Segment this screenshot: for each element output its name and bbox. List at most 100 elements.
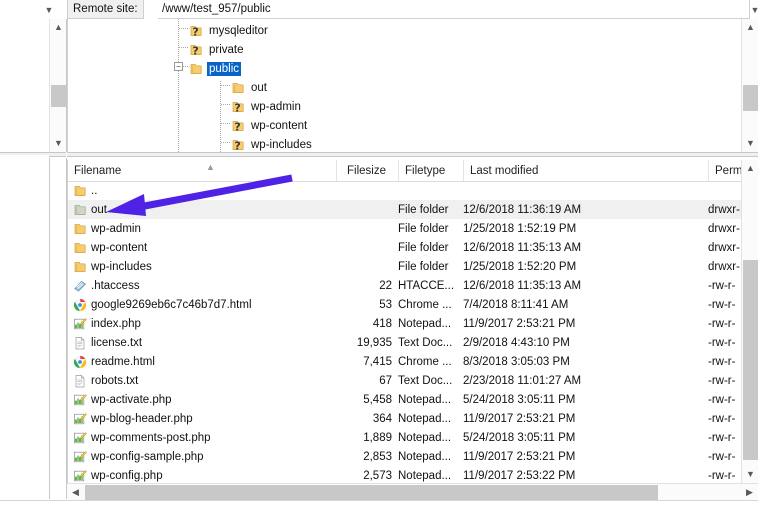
cell-filetype bbox=[398, 181, 460, 200]
remote-tree-vscrollbar[interactable]: ▲ ▼ bbox=[741, 19, 758, 152]
table-row[interactable]: .. bbox=[68, 181, 742, 200]
cell-filetype: Notepad... bbox=[398, 409, 460, 428]
tree-node-wp-includes[interactable]: ?wp-includes bbox=[231, 135, 314, 152]
file-list-rows[interactable]: ..outFile folder12/6/2018 11:36:19 AMdrw… bbox=[68, 181, 742, 485]
cell-permissions-label: drwxr- bbox=[708, 242, 740, 254]
column-header-perm[interactable]: Permis bbox=[708, 160, 742, 181]
cell-filesize-label: 19,935 bbox=[357, 337, 392, 349]
remote-file-hscrollbar[interactable]: ◀ ▶ bbox=[67, 483, 758, 501]
tree-node-mysqleditor[interactable]: ?mysqleditor bbox=[189, 21, 270, 40]
local-site-dropdown-icon[interactable]: ▼ bbox=[42, 3, 56, 17]
filezilla-remote-pane: Remote site: /www/test_957/public ▼ ▼ ▲ … bbox=[0, 0, 758, 516]
file-list-header: Filename▲FilesizeFiletypeLast modifiedPe… bbox=[68, 160, 742, 182]
table-row[interactable]: wp-comments-post.php1,889Notepad...5/24/… bbox=[68, 428, 742, 447]
filename-label: wp-content bbox=[91, 242, 147, 254]
cell-filename: index.php bbox=[73, 314, 333, 333]
filename-label: index.php bbox=[91, 318, 141, 330]
column-header-size[interactable]: Filesize bbox=[336, 160, 392, 181]
cell-filetype: File folder bbox=[398, 200, 460, 219]
tree-node-public[interactable]: public bbox=[189, 59, 241, 78]
tree-node-private[interactable]: ?private bbox=[189, 40, 246, 59]
table-row[interactable]: wp-includesFile folder1/25/2018 1:52:20 … bbox=[68, 257, 742, 276]
svg-text:?: ? bbox=[234, 139, 240, 152]
tree-line bbox=[221, 142, 230, 143]
cell-filetype-label: File folder bbox=[398, 242, 449, 254]
remote-file-list[interactable]: Filename▲FilesizeFiletypeLast modifiedPe… bbox=[67, 160, 742, 499]
tree-line bbox=[221, 85, 230, 86]
chrome-icon bbox=[73, 298, 87, 312]
column-header-name[interactable]: Filename bbox=[68, 160, 336, 181]
scroll-thumb[interactable] bbox=[743, 85, 758, 111]
cell-last-modified-label: 1/25/2018 1:52:19 PM bbox=[463, 223, 576, 235]
tree-node-wp-admin[interactable]: ?wp-admin bbox=[231, 97, 303, 116]
scroll-thumb[interactable] bbox=[743, 260, 758, 460]
remote-site-label: Remote site: bbox=[67, 0, 144, 19]
column-header-type[interactable]: Filetype bbox=[398, 160, 460, 181]
remote-site-path-input[interactable]: /www/test_957/public bbox=[158, 0, 750, 19]
tree-node-out[interactable]: out bbox=[231, 78, 269, 97]
scroll-left-icon[interactable]: ◀ bbox=[67, 484, 84, 501]
cell-last-modified-label: 11/9/2017 2:53:22 PM bbox=[463, 470, 575, 482]
cell-last-modified-label: 11/9/2017 2:53:21 PM bbox=[463, 413, 575, 425]
table-row[interactable]: .htaccess22HTACCE...12/6/2018 11:35:13 A… bbox=[68, 276, 742, 295]
remote-directory-tree[interactable]: ?mysqleditor?private−publicout?wp-admin?… bbox=[67, 19, 742, 152]
notepadpp-icon bbox=[73, 412, 87, 426]
table-row[interactable]: wp-activate.php5,458Notepad...5/24/2018 … bbox=[68, 390, 742, 409]
scroll-down-icon[interactable]: ▼ bbox=[742, 466, 758, 483]
local-tree-vscrollbar[interactable]: ▲ ▼ bbox=[49, 19, 67, 152]
cell-last-modified: 2/9/2018 4:43:10 PM bbox=[463, 333, 708, 352]
pane-splitter-horizontal[interactable] bbox=[67, 152, 758, 157]
cell-last-modified-label: 12/6/2018 11:35:13 AM bbox=[463, 242, 581, 254]
cell-filesize bbox=[336, 257, 398, 276]
tree-line bbox=[179, 47, 188, 48]
remote-site-dropdown-icon[interactable]: ▼ bbox=[748, 3, 758, 17]
cell-permissions: -rw-r- bbox=[708, 333, 742, 352]
table-row[interactable]: wp-blog-header.php364Notepad...11/9/2017… bbox=[68, 409, 742, 428]
table-row[interactable]: wp-config-sample.php2,853Notepad...11/9/… bbox=[68, 447, 742, 466]
column-header-mod[interactable]: Last modified bbox=[463, 160, 708, 181]
cell-permissions-label: -rw-r- bbox=[708, 337, 735, 349]
cell-last-modified: 5/24/2018 3:05:11 PM bbox=[463, 390, 708, 409]
scroll-right-icon[interactable]: ▶ bbox=[741, 484, 758, 501]
filename-label: wp-admin bbox=[91, 223, 141, 235]
table-row[interactable]: robots.txt67Text Doc...2/23/2018 11:01:2… bbox=[68, 371, 742, 390]
scroll-thumb[interactable] bbox=[51, 85, 66, 107]
cell-filetype-label: Notepad... bbox=[398, 451, 451, 463]
folder-unknown-icon: ? bbox=[231, 100, 245, 114]
notepadpp-icon bbox=[73, 393, 87, 407]
notepadpp-icon bbox=[73, 469, 87, 483]
cell-filetype-label: Notepad... bbox=[398, 318, 451, 330]
remote-site-toolbar: Remote site: /www/test_957/public bbox=[0, 0, 758, 19]
cell-filesize-label: 2,853 bbox=[363, 451, 392, 463]
cell-last-modified: 12/6/2018 11:35:13 AM bbox=[463, 276, 708, 295]
cell-permissions bbox=[708, 181, 742, 200]
table-row[interactable]: license.txt19,935Text Doc...2/9/2018 4:4… bbox=[68, 333, 742, 352]
filename-label: license.txt bbox=[91, 337, 142, 349]
cell-filetype: Notepad... bbox=[398, 447, 460, 466]
cell-filetype: Chrome ... bbox=[398, 295, 460, 314]
remote-file-vscrollbar[interactable]: ▲ ▼ bbox=[741, 160, 758, 483]
scroll-down-icon[interactable]: ▼ bbox=[50, 135, 67, 152]
table-row[interactable]: wp-content File folder 12/6/2018 11:35:13 … bbox=[68, 238, 742, 257]
table-row[interactable]: wp-adminFile folder1/25/2018 1:52:19 PMd… bbox=[68, 219, 742, 238]
notepadpp-icon bbox=[73, 431, 87, 445]
table-row[interactable]: readme.html7,415Chrome ...8/3/2018 3:05:… bbox=[68, 352, 742, 371]
scroll-up-icon[interactable]: ▲ bbox=[742, 160, 758, 177]
textdoc-icon bbox=[73, 374, 87, 388]
scroll-up-icon[interactable]: ▲ bbox=[50, 19, 67, 36]
tree-expander-minus-icon[interactable]: − bbox=[174, 62, 183, 71]
table-row[interactable]: index.php418Notepad...11/9/2017 2:53:21 … bbox=[68, 314, 742, 333]
cell-filesize: 53 bbox=[336, 295, 398, 314]
scroll-up-icon[interactable]: ▲ bbox=[742, 19, 758, 36]
cell-filesize: 2,853 bbox=[336, 447, 398, 466]
notepadpp-icon bbox=[73, 317, 87, 331]
filename-label: wp-config-sample.php bbox=[91, 451, 204, 463]
scroll-down-icon[interactable]: ▼ bbox=[742, 135, 758, 152]
scroll-thumb[interactable] bbox=[85, 485, 658, 500]
tree-node-wp-content[interactable]: ?wp-content bbox=[231, 116, 309, 135]
table-row[interactable]: outFile folder12/6/2018 11:36:19 AMdrwxr… bbox=[68, 200, 742, 219]
cell-permissions: -rw-r- bbox=[708, 447, 742, 466]
cell-permissions: -rw-r- bbox=[708, 390, 742, 409]
table-row[interactable]: google9269eb6c7c46b7d7.html53Chrome ...7… bbox=[68, 295, 742, 314]
cell-last-modified: 11/9/2017 2:53:21 PM bbox=[463, 314, 708, 333]
